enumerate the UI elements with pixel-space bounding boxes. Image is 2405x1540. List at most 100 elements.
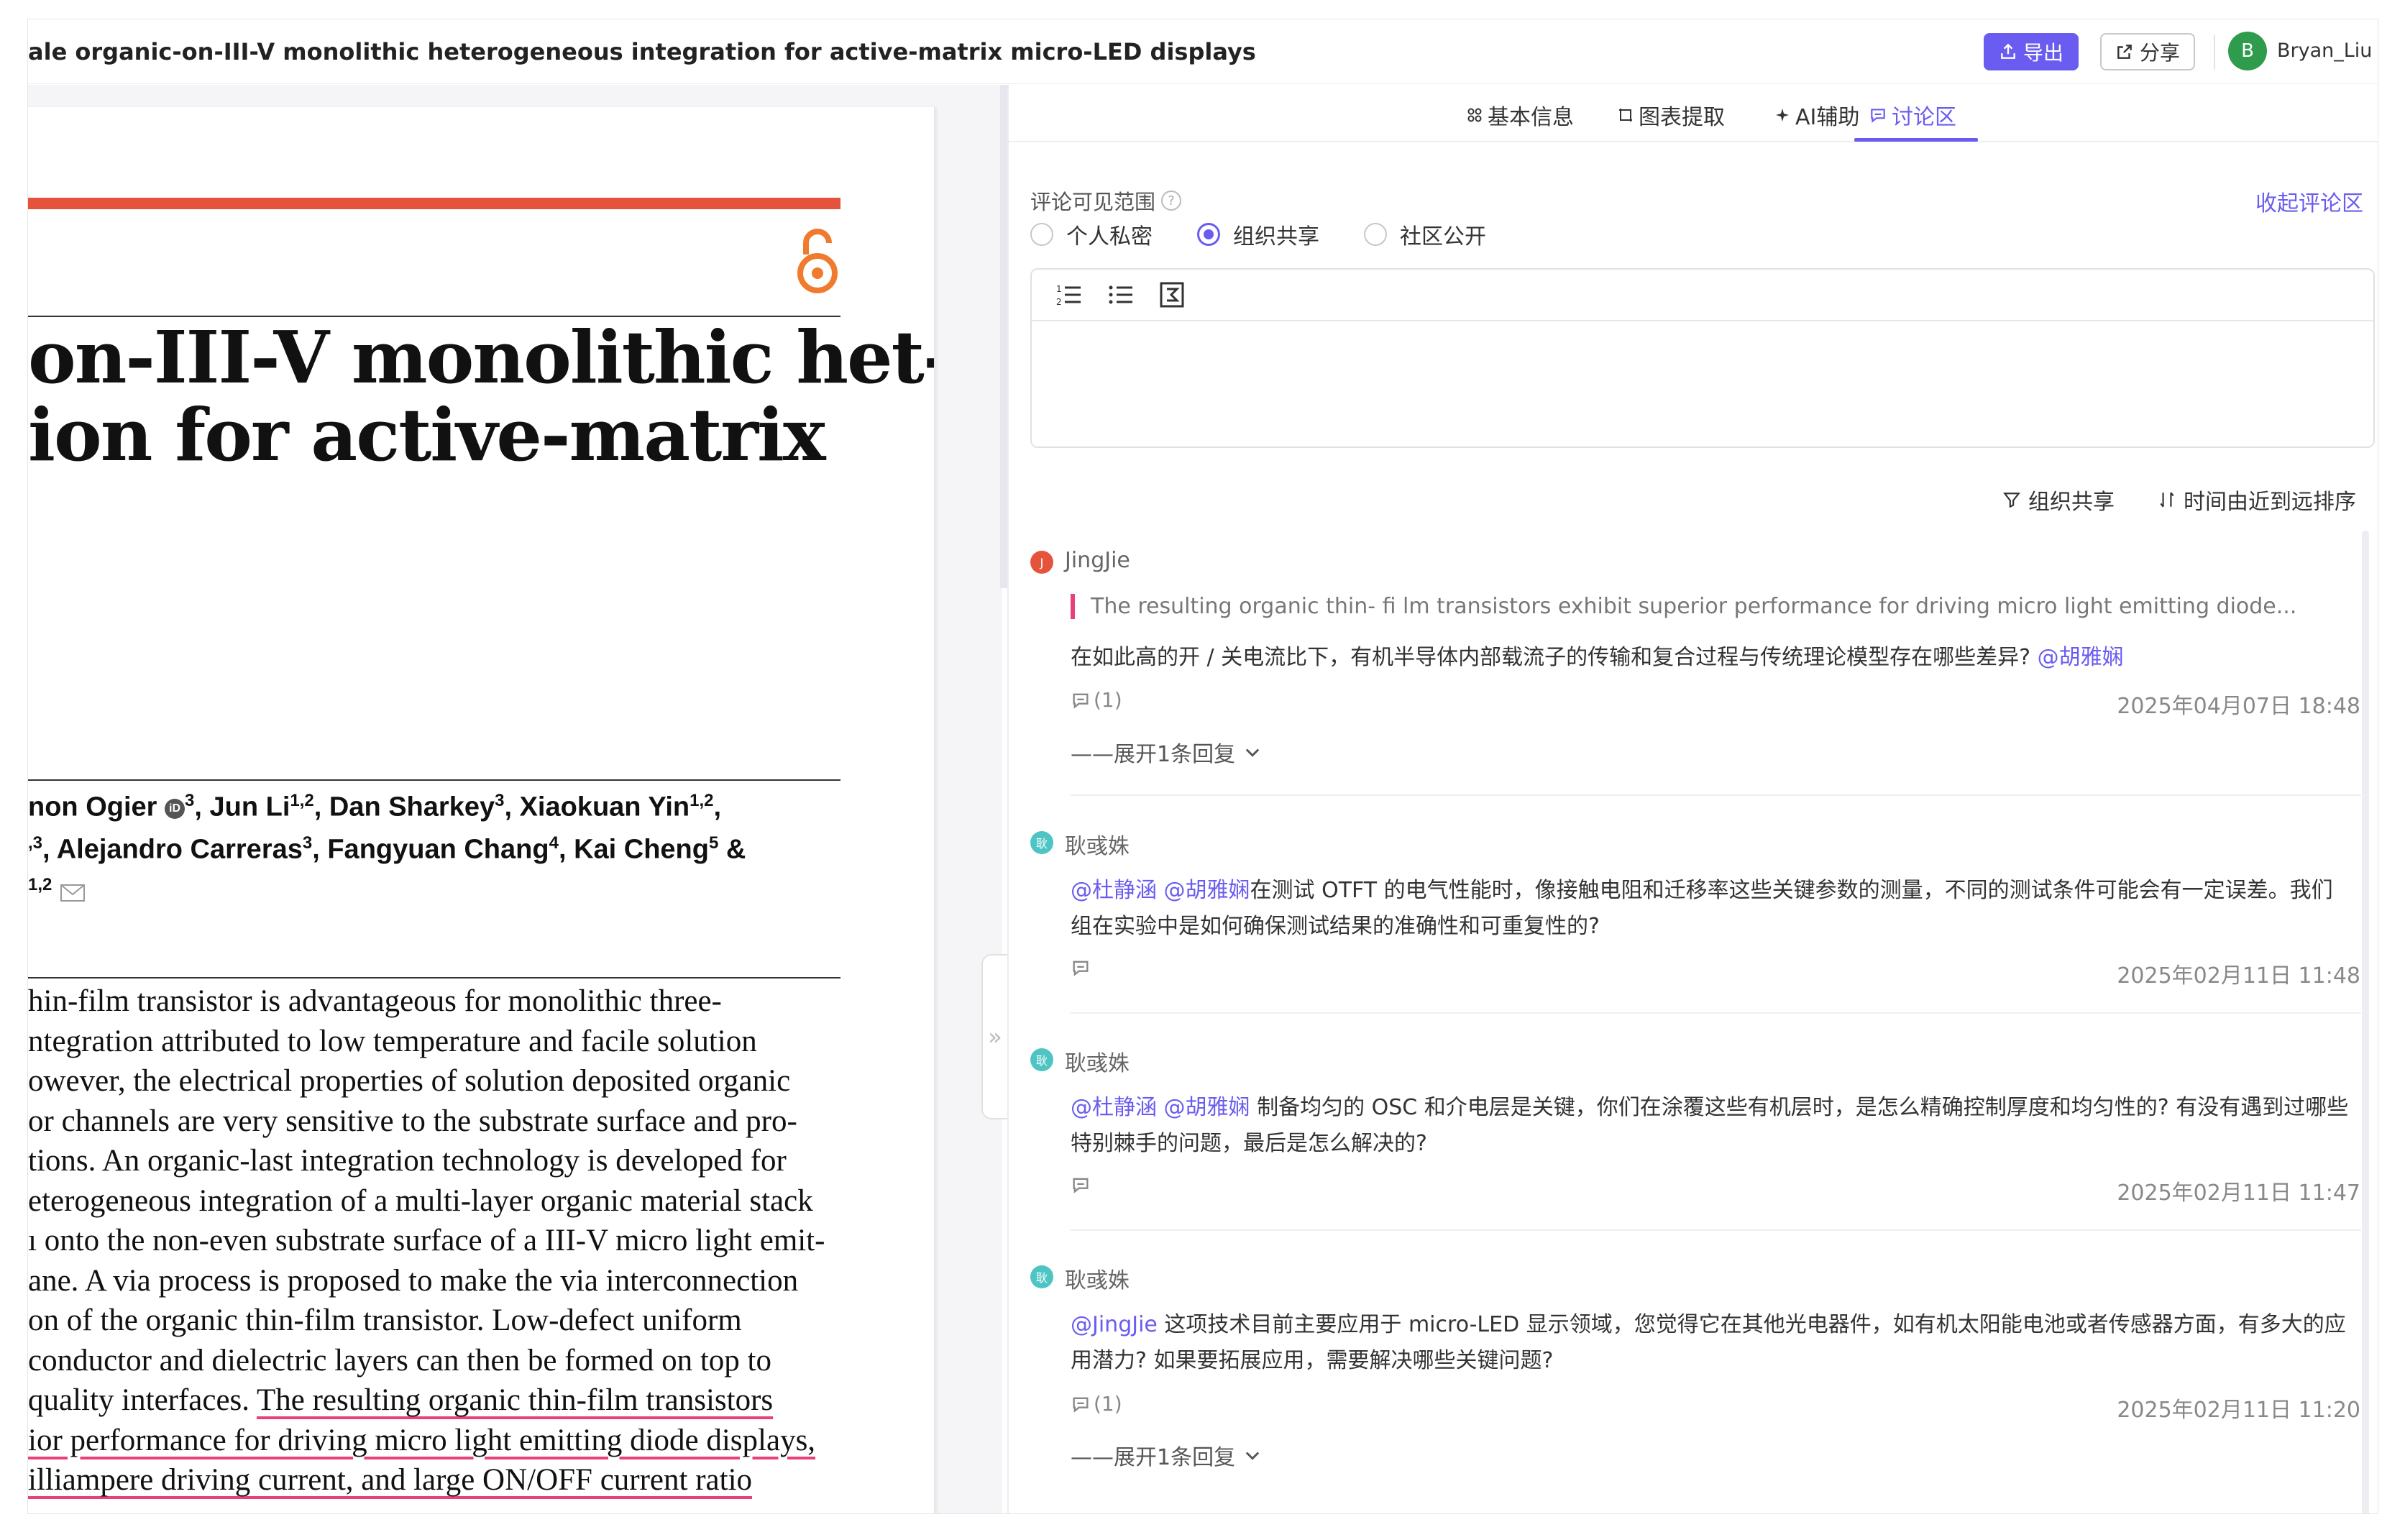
share-button[interactable]: 分享: [2100, 33, 2195, 70]
grid-icon: [1467, 108, 1482, 122]
pdf-page: on-III-V monolithic het- ion for active-…: [28, 107, 935, 1514]
app-window: ale organic-on-III-V monolithic heteroge…: [27, 19, 2378, 1514]
tab-basic-info[interactable]: 基本信息: [1466, 99, 1574, 131]
author-affil: 1,2: [28, 875, 52, 895]
mention-link[interactable]: @杜静涵 @胡雅娴: [1071, 878, 1250, 903]
svg-text:1: 1: [1056, 284, 1062, 294]
pdf-viewer[interactable]: on-III-V monolithic het- ion for active-…: [28, 85, 1002, 1513]
abstract-line: ntegration attributed to low temperature…: [28, 1024, 757, 1058]
comment-icon: [1073, 693, 1089, 709]
author-text: , Kai Cheng: [558, 834, 709, 865]
formula-icon[interactable]: [1157, 280, 1188, 309]
help-icon[interactable]: ?: [1161, 191, 1182, 211]
share-icon: [2117, 45, 2132, 59]
chevron-down-icon: [1245, 1452, 1260, 1460]
collapse-panel-handle[interactable]: »: [981, 954, 1007, 1119]
radio-private[interactable]: 个人私密: [1030, 219, 1153, 250]
abstract-line: owever, the electrical properties of sol…: [28, 1064, 791, 1098]
sort-order-toggle[interactable]: 时间由近到远排序: [2158, 484, 2356, 515]
comment-author[interactable]: JingJie: [1065, 548, 1130, 573]
authors-rule-top: [28, 779, 840, 781]
mail-icon[interactable]: [60, 884, 86, 902]
side-panel: 基本信息 图表提取 AI辅助 讨论区 评论可见范围 ? 收起评论区 个人私密 组…: [1009, 85, 2378, 1513]
chat-icon: [1871, 109, 1885, 123]
abstract-text: with excellent uniformity and reliabilit…: [78, 1511, 586, 1513]
sparkle-icon: [1776, 109, 1789, 122]
radio-label: 个人私密: [1066, 224, 1153, 249]
highlighted-text[interactable]: 1010 with excellent uniformity and relia…: [28, 1510, 586, 1514]
paper-title-line1: on-III-V monolithic het-: [28, 315, 935, 400]
collapse-comments-link[interactable]: 收起评论区: [2255, 185, 2363, 217]
export-icon: [2001, 43, 2015, 59]
filter-label: 组织共享: [2028, 490, 2115, 515]
comment-avatar: 耿: [1030, 1048, 1053, 1071]
abstract-line: ane. A via process is proposed to make t…: [28, 1263, 799, 1298]
comment-quote[interactable]: The resulting organic thin- fi lm transi…: [1071, 594, 2296, 619]
author-affil: 3: [302, 833, 313, 853]
editor-toolbar: 12: [1032, 270, 2373, 321]
mention-link[interactable]: @JingJie: [1071, 1312, 1158, 1337]
abstract-rule-top: [28, 977, 840, 978]
reply-button[interactable]: (1): [1071, 1392, 1122, 1416]
author-list: non Ogier iD 3, Jun Li1,2, Dan Sharkey3, …: [28, 783, 746, 909]
mention-link[interactable]: @杜静涵 @胡雅娴: [1071, 1095, 1250, 1120]
chevron-right-icon: »: [988, 1023, 1002, 1050]
comment-body: @杜静涵 @胡雅娴在测试 OTFT 的电气性能时，像接触电阻和迁移率这些关键参数…: [1071, 873, 2350, 945]
filter-icon: [2003, 492, 2020, 508]
author-affil: ,3: [28, 833, 43, 853]
tab-ai-assist[interactable]: AI辅助: [1774, 99, 1859, 131]
username[interactable]: Bryan_Liu: [2277, 40, 2372, 62]
top-bar: ale organic-on-III-V monolithic heteroge…: [28, 19, 2378, 84]
bullet-list-icon[interactable]: [1105, 280, 1137, 309]
reply-button[interactable]: [1071, 1175, 1091, 1195]
radio-community-public[interactable]: 社区公开: [1364, 219, 1486, 250]
export-label: 导出: [2023, 41, 2063, 65]
abstract: hin-film transistor is advantageous for …: [28, 981, 862, 1514]
abstract-line: conductor and dielectric layers can then…: [28, 1343, 771, 1378]
orcid-icon[interactable]: iD: [165, 798, 185, 819]
expand-replies-button[interactable]: ——展开1条回复: [1071, 1439, 1263, 1471]
radio-org-shared[interactable]: 组织共享: [1197, 219, 1319, 250]
comment-editor[interactable]: 12: [1030, 268, 2375, 448]
tab-figure-extraction[interactable]: 图表提取: [1617, 99, 1725, 131]
ordered-list-icon[interactable]: 12: [1053, 280, 1085, 309]
comment-author[interactable]: 耿彧姝: [1065, 828, 1130, 860]
comment-item: 耿 耿彧姝 @杜静涵 @胡雅娴 制备均匀的 OSC 和介电层是关键，你们在涂覆这…: [1030, 1045, 2361, 1231]
comment-time: 2025年02月11日 11:48: [2117, 963, 2360, 989]
mention-link[interactable]: @胡雅娴: [2038, 645, 2124, 670]
abstract-line: ior performance for driving micro light …: [28, 1421, 862, 1461]
export-button[interactable]: 导出: [1984, 33, 2079, 70]
reply-button[interactable]: (1): [1071, 688, 1122, 712]
author-text: ,: [713, 792, 722, 822]
pdf-scrollbar[interactable]: [1000, 85, 1007, 588]
highlighted-text[interactable]: The resulting organic thin-film transist…: [257, 1383, 773, 1417]
visibility-label: 评论可见范围 ?: [1030, 185, 1182, 216]
tab-label: 讨论区: [1892, 105, 1956, 130]
tab-label: 基本信息: [1488, 105, 1574, 130]
visibility-radio-group: 个人私密 组织共享 社区公开: [1030, 219, 1531, 250]
comment-author[interactable]: 耿彧姝: [1065, 1262, 1130, 1294]
highlighted-text[interactable]: ior performance for driving micro light …: [28, 1424, 815, 1457]
author-text: , Jun Li: [194, 792, 290, 822]
author-affil: 1,2: [290, 791, 314, 810]
comment-icon: [1073, 1178, 1089, 1193]
comment-divider: [1071, 794, 2361, 796]
abstract-text: Active-matrix micro: [586, 1511, 845, 1513]
abstract-line: eterogeneous integration of a multi-laye…: [28, 1183, 813, 1218]
author-text: , Dan Sharkey: [313, 792, 495, 822]
abstract-line: illiampere driving current, and large ON…: [28, 1460, 862, 1500]
tab-discussion[interactable]: 讨论区: [1869, 99, 1956, 131]
tab-label: 图表提取: [1639, 105, 1725, 130]
comment-item: 耿 耿彧姝 @杜静涵 @胡雅娴在测试 OTFT 的电气性能时，像接触电阻和迁移率…: [1030, 828, 2361, 1014]
comment-author[interactable]: 耿彧姝: [1065, 1045, 1130, 1077]
abstract-line: ı onto the non-even substrate surface of…: [28, 1224, 825, 1257]
visibility-filter[interactable]: 组织共享: [2002, 484, 2115, 515]
comment-text: 在测试 OTFT 的电气性能时，像接触电阻和迁移率这些关键参数的测量，不同的测试…: [1071, 878, 2333, 939]
comment-divider: [1071, 1229, 2361, 1231]
reply-button[interactable]: [1071, 958, 1091, 978]
user-avatar[interactable]: B: [2228, 32, 2267, 70]
comments-scrollbar[interactable]: [2362, 531, 2369, 1513]
expand-replies-button[interactable]: ——展开1条回复: [1071, 736, 1263, 768]
radio-circle-selected: [1197, 223, 1220, 246]
highlighted-text[interactable]: illiampere driving current, and large ON…: [28, 1463, 752, 1497]
